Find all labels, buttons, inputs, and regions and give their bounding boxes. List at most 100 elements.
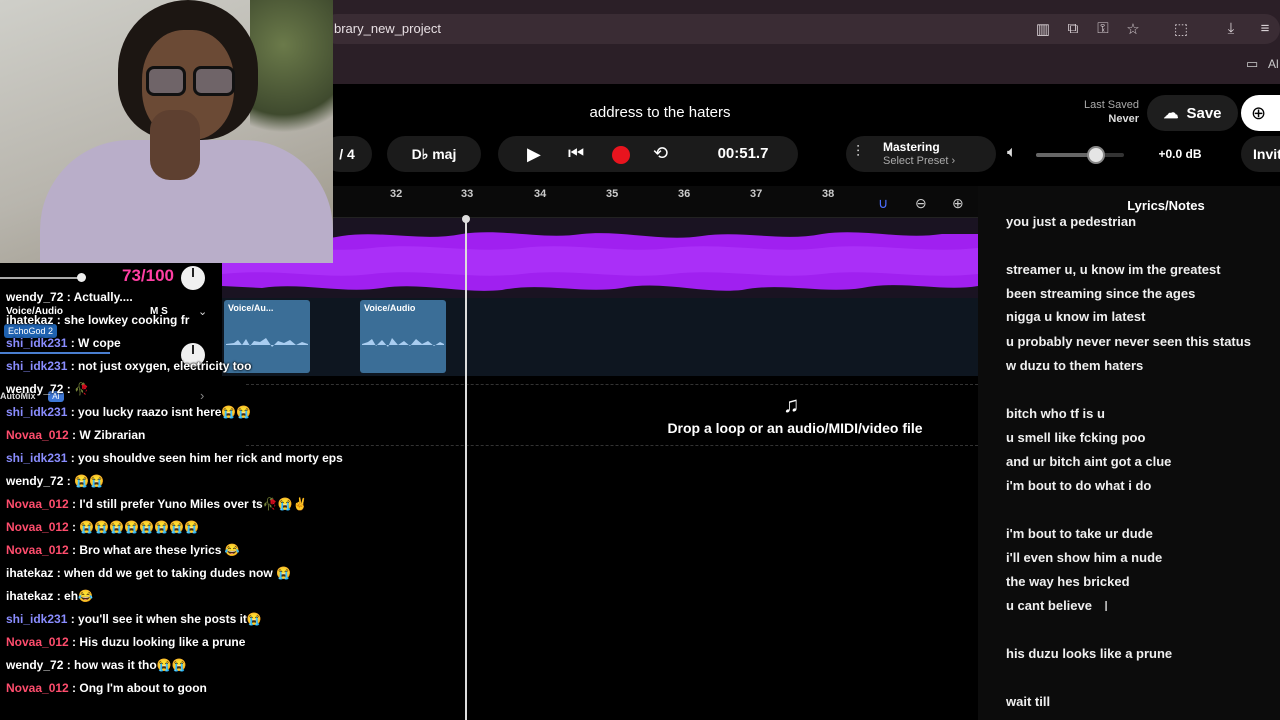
bar-number: 37	[750, 188, 763, 200]
bookmark-star-icon[interactable]: ☆	[1123, 20, 1143, 38]
track-2-lane[interactable]	[222, 298, 978, 376]
track-slider-knob[interactable]	[77, 273, 86, 282]
chat-message: Novaa_012 : I'd still prefer Yuno Miles …	[6, 497, 308, 511]
chat-message: Novaa_012 : His duzu looking like a prun…	[6, 635, 245, 649]
chat-text: : you shouldve seen him her rick and mor…	[67, 451, 343, 465]
text-cursor-icon: I	[1104, 598, 1109, 615]
lyric-line[interactable]: you just a pedestrian	[1006, 214, 1136, 229]
chat-message: Novaa_012 : Ong I'm about to goon	[6, 681, 207, 695]
drop-zone-text: Drop a loop or an audio/MIDI/video file	[667, 420, 923, 436]
lyric-line[interactable]: u probably never never seen this status	[1006, 334, 1251, 349]
url-text[interactable]: brary_new_project	[334, 21, 441, 36]
playhead-handle[interactable]	[462, 215, 470, 223]
zoom-in-icon[interactable]: ⊕	[952, 195, 964, 212]
chat-username: shi_idk231	[6, 359, 68, 373]
lyric-line[interactable]: i'm bout to do what i do	[1006, 478, 1151, 493]
chat-message: wendy_72 : Actually....	[6, 290, 133, 304]
volume-db: +0.0 dB	[1158, 147, 1202, 161]
skip-back-icon[interactable]: ⏮	[568, 143, 584, 164]
menu-icon[interactable]: ≡	[1255, 20, 1275, 37]
invite-button[interactable]: Invit	[1241, 136, 1280, 172]
chat-message: shi_idk231 : you shouldve seen him her r…	[6, 451, 343, 465]
bar-number: 32	[390, 188, 403, 200]
loop-icon[interactable]: ⟲	[653, 143, 668, 164]
chat-text: : I'd still prefer Yuno Miles over ts🥀😭✌	[68, 497, 308, 511]
cloud-upload-icon: ☁	[1163, 105, 1179, 122]
last-saved-value: Never	[1108, 113, 1139, 125]
chat-message: wendy_72 : how was it tho😭😭	[6, 658, 187, 672]
chat-message: wendy_72 : 😭😭	[6, 474, 104, 488]
webcam-feed	[0, 0, 333, 263]
lyric-line[interactable]: been streaming since the ages	[1006, 286, 1195, 301]
last-saved-label: Last Saved	[1083, 99, 1139, 111]
chat-text: : you lucky raazo isnt here😭😭	[67, 405, 252, 419]
chat-message: ihatekaz : when dd we get to taking dude…	[6, 566, 291, 580]
chevron-right-icon[interactable]: ›	[200, 388, 204, 403]
chat-text: : not just oxygen, electricity too	[67, 359, 252, 373]
lyric-line[interactable]: nigga u know im latest	[1006, 309, 1145, 324]
password-key-icon[interactable]: ⚿	[1093, 20, 1113, 37]
chat-username: Novaa_012	[6, 520, 69, 534]
track-volume-bar[interactable]	[0, 352, 110, 354]
track-1-waveform[interactable]	[222, 224, 978, 296]
bar-number: 38	[822, 188, 835, 200]
drop-zone[interactable]	[246, 384, 978, 446]
chat-text: : W cope	[67, 336, 121, 350]
speaker-icon[interactable]: 🔈︎	[1007, 144, 1017, 162]
glasses-lens	[146, 66, 186, 96]
track-slider[interactable]	[0, 277, 82, 279]
chat-username: Novaa_012	[6, 681, 69, 695]
clip-waveform	[362, 338, 444, 347]
playhead[interactable]	[465, 216, 467, 720]
lyric-line[interactable]: his duzu looks like a prune	[1006, 646, 1172, 661]
download-icon[interactable]: ⤓	[1221, 20, 1241, 37]
lyric-line[interactable]: the way hes bricked	[1006, 574, 1130, 589]
chat-text: : 😭😭	[63, 474, 104, 488]
lyric-line[interactable]: bitch who tf is u	[1006, 406, 1105, 421]
lyric-line[interactable]: w duzu to them haters	[1006, 358, 1143, 373]
chat-message: shi_idk231 : you'll see it when she post…	[6, 612, 262, 626]
lyric-line[interactable]: u cant believe	[1006, 598, 1092, 613]
chat-username: shi_idk231	[6, 336, 68, 350]
zoom-out-icon[interactable]: ⊖	[915, 195, 927, 212]
chat-message: shi_idk231 : W cope	[6, 336, 121, 350]
clip-label: Voice/Audio	[364, 303, 416, 313]
chevron-down-icon[interactable]: ⌄	[198, 305, 207, 318]
chat-text: : 😭😭😭😭😭😭😭😭	[68, 520, 199, 534]
record-button[interactable]	[612, 146, 630, 164]
bookmark-folder-label[interactable]: Al	[1268, 57, 1279, 71]
chat-message: ihatekaz : she lowkey cooking fr	[6, 313, 189, 327]
install-app-icon[interactable]: ⧉	[1063, 20, 1083, 37]
globe-icon[interactable]: ⊕	[1241, 95, 1280, 131]
chat-text: : Ong I'm about to goon	[68, 681, 207, 695]
chat-message: shi_idk231 : not just oxygen, electricit…	[6, 359, 251, 373]
volume-knob[interactable]	[1087, 146, 1105, 164]
lyric-line[interactable]: u smell like fcking poo	[1006, 430, 1145, 445]
extensions-icon[interactable]: ⬚	[1171, 20, 1191, 38]
project-title[interactable]: address to the haters	[560, 104, 760, 121]
chat-text: : 🥀	[63, 382, 89, 396]
folder-icon[interactable]: ▭	[1246, 56, 1258, 72]
reader-mode-icon[interactable]: ▥	[1033, 20, 1053, 38]
chat-text: : W Zibrarian	[68, 428, 146, 442]
lyric-line[interactable]: i'm bout to take ur dude	[1006, 526, 1153, 541]
mastering-preset[interactable]: Select Preset ›	[883, 155, 955, 167]
timeline-ruler[interactable]	[222, 186, 978, 218]
chat-text: : His duzu looking like a prune	[68, 635, 246, 649]
play-icon[interactable]: ▶	[527, 144, 541, 165]
save-label: Save	[1186, 104, 1222, 122]
chat-text: : how was it tho😭😭	[63, 658, 187, 672]
lyric-line[interactable]: streamer u, u know im the greatest	[1006, 262, 1221, 277]
glasses-lens	[193, 66, 235, 96]
lyric-line[interactable]: wait till	[1006, 694, 1050, 709]
chat-username: Novaa_012	[6, 635, 69, 649]
lyric-line[interactable]: i'll even show him a nude	[1006, 550, 1162, 565]
music-note-icon: ♫	[783, 392, 800, 417]
chat-username: wendy_72	[6, 474, 64, 488]
lyric-line[interactable]: and ur bitch aint got a clue	[1006, 454, 1171, 469]
snap-magnet-icon[interactable]: ∪	[878, 195, 888, 212]
save-button[interactable]: ☁ Save	[1147, 95, 1238, 131]
chat-username: shi_idk231	[6, 612, 68, 626]
key-selector[interactable]: D♭ maj	[387, 136, 481, 172]
chat-text: : when dd we get to taking dudes now 😭	[53, 566, 291, 580]
